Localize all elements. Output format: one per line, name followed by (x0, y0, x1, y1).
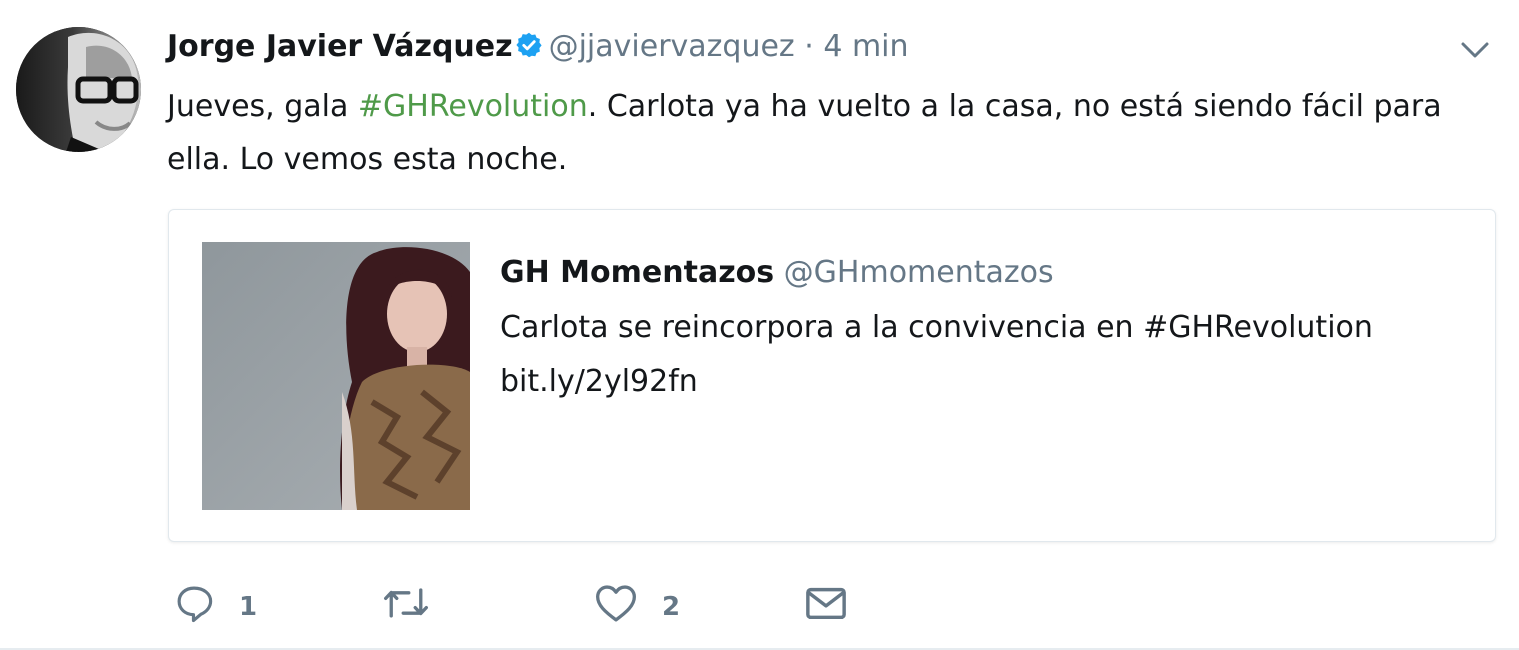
heart-icon (596, 585, 636, 622)
chevron-down-icon[interactable] (1458, 36, 1492, 64)
like-count: 2 (662, 592, 681, 622)
tweet-actions: 1 2 (167, 578, 867, 628)
tweet-text: Jueves, gala #GHRevolution. Carlota ya h… (167, 80, 1467, 186)
card-link[interactable]: bit.ly/2yl92fn (500, 362, 698, 402)
tweet-header: Jorge Javier Vázquez @jjaviervazquez · 4… (167, 27, 909, 67)
like-button[interactable]: 2 (594, 578, 680, 628)
envelope-icon (806, 587, 846, 620)
tweet[interactable]: Jorge Javier Vázquez @jjaviervazquez · 4… (0, 0, 1519, 650)
card-image[interactable] (202, 242, 470, 510)
quoted-card[interactable]: GH Momentazos @GHmomentazos Carlota se r… (168, 209, 1496, 542)
reply-icon (177, 586, 213, 623)
avatar-image (16, 27, 141, 152)
author-handle[interactable]: @jjaviervazquez (549, 29, 795, 64)
tweet-timestamp[interactable]: 4 min (823, 29, 908, 64)
author-name[interactable]: Jorge Javier Vázquez (167, 29, 513, 64)
card-author-handle[interactable]: @GHmomentazos (784, 255, 1054, 290)
author-avatar[interactable] (16, 27, 141, 152)
verified-badge-icon (515, 32, 542, 58)
hashtag-link[interactable]: #GHRevolution (358, 89, 588, 124)
card-author-name[interactable]: GH Momentazos (500, 255, 774, 290)
retweet-button[interactable] (382, 578, 430, 628)
card-author: GH Momentazos @GHmomentazos (500, 253, 1054, 293)
card-description: Carlota se reincorpora a la convivencia … (500, 310, 1373, 345)
retweet-icon (384, 588, 428, 618)
reply-count: 1 (239, 592, 258, 622)
header-separator: · (804, 29, 814, 64)
direct-message-button[interactable] (803, 578, 849, 628)
card-photo (202, 242, 470, 510)
reply-button[interactable]: 1 (173, 578, 257, 628)
tweet-text-start: Jueves, gala (167, 89, 358, 124)
